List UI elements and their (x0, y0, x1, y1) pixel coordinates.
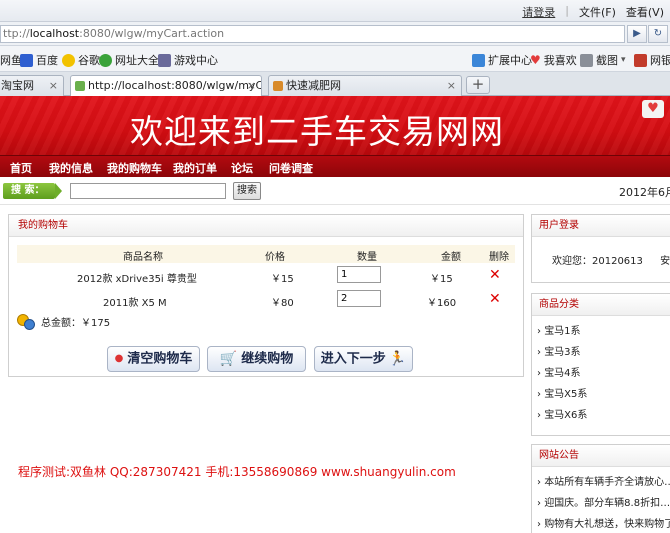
nav-forum[interactable]: 论坛 (231, 160, 253, 176)
category-item[interactable]: › 宝马X6系 (537, 405, 670, 426)
site-banner: 欢迎来到二手车交易网网 ♥ (0, 96, 670, 155)
category-item[interactable]: › 宝马3系 (537, 342, 670, 363)
item-amount: ￥15 (430, 274, 453, 285)
cart-title: 我的购物车 (9, 215, 523, 237)
search-input[interactable] (70, 183, 226, 199)
item-price: ￥80 (271, 298, 294, 309)
nav-my-cart[interactable]: 我的购物车 (107, 160, 162, 176)
cart-icon: 🛒 (219, 351, 238, 367)
cart-row: 2011款 X5 M ￥80 ￥160 ✕ (9, 290, 525, 312)
favorite-heart-icon[interactable]: ♥ (642, 100, 664, 118)
browser-menu-bar: 请登录 | 文件(F) 查看(V) (0, 0, 670, 22)
col-product-name: 商品名称 (123, 252, 163, 263)
security-link[interactable]: 安全 (660, 256, 670, 267)
welcome-text: 欢迎您：20120613 (552, 256, 643, 267)
cart-total: 总金额：￥175 (17, 313, 111, 330)
cart-panel: 我的购物车 商品名称 价格 数量 金额 删除 2012款 xDrive35i 尊… (8, 214, 524, 377)
banner-title: 欢迎来到二手车交易网网 (130, 112, 504, 151)
next-step-button[interactable]: 进入下一步 🏃 (314, 346, 413, 372)
item-amount: ￥160 (427, 298, 457, 309)
nav-home[interactable]: 首页 (10, 160, 32, 176)
category-item[interactable]: › 宝马4系 (537, 363, 670, 384)
fav-item-extensions[interactable]: 扩展中心 (472, 52, 532, 68)
login-panel-title: 用户登录 (532, 215, 670, 237)
dot-icon: ● (114, 353, 124, 364)
continue-shopping-button[interactable]: 🛒 继续购物 (207, 346, 306, 372)
heart-icon: ♥ (530, 53, 541, 67)
delete-icon[interactable]: ✕ (489, 267, 501, 283)
item-price: ￥15 (271, 274, 294, 285)
fav-item-ebank[interactable]: 网银 (634, 52, 670, 68)
fav-item-games[interactable]: 游戏中心 (158, 52, 218, 68)
runner-icon: 🏃 (388, 351, 407, 367)
close-icon[interactable]: × (49, 76, 58, 95)
tab-bar: 淘宝网× http://localhost:8080/wlgw/myCar...… (0, 72, 670, 97)
menu-view[interactable]: 查看(V) (626, 4, 664, 20)
nav-survey[interactable]: 问卷调查 (269, 160, 313, 176)
delete-icon[interactable]: ✕ (489, 291, 501, 307)
notice-item[interactable]: › 迎国庆。部分车辆8.8折扣… (537, 493, 670, 514)
notice-panel-title: 网站公告 (532, 445, 670, 467)
page-icon (273, 81, 283, 91)
coins-icon (17, 313, 35, 330)
baidu-icon (20, 53, 33, 67)
cart-table-header: 商品名称 价格 数量 金额 删除 (17, 245, 515, 263)
close-icon[interactable]: × (247, 76, 256, 95)
chevron-down-icon: ▾ (621, 55, 626, 65)
search-label: 搜 索： (3, 183, 62, 199)
col-price: 价格 (265, 252, 285, 263)
fav-item-like[interactable]: ♥ 我喜欢 (530, 52, 577, 68)
puzzle-icon (472, 53, 485, 67)
col-quantity: 数量 (357, 252, 377, 263)
fav-item-screenshot[interactable]: 截图 ▾ (580, 52, 626, 68)
quantity-input[interactable] (337, 290, 381, 307)
page-icon (75, 81, 85, 91)
site-nav: 首页 我的信息 我的购物车 我的订单 论坛 问卷调查 (0, 155, 670, 177)
bank-icon (634, 53, 647, 67)
go-arrow-icon[interactable]: ▶ (627, 25, 647, 43)
nav-my-orders[interactable]: 我的订单 (173, 160, 217, 176)
menu-file[interactable]: 文件(F) (579, 4, 616, 20)
category-item[interactable]: › 宝马1系 (537, 321, 670, 342)
col-amount: 金额 (441, 252, 461, 263)
fav-item-google[interactable]: 谷歌 (62, 52, 100, 68)
fav-item-baidu[interactable]: 百度 (20, 52, 58, 68)
new-tab-button[interactable]: + (466, 76, 490, 94)
fav-item-directory[interactable]: 网址大全 (99, 52, 159, 68)
google-icon (62, 53, 75, 67)
search-button[interactable]: 搜索 (233, 182, 261, 200)
menu-separator: | (565, 4, 569, 17)
globe-icon (99, 53, 112, 67)
tab-mycart[interactable]: http://localhost:8080/wlgw/myCar...× (70, 75, 262, 97)
notice-panel: 网站公告 › 本站所有车辆手齐全请放心… › 迎国庆。部分车辆8.8折扣… › … (531, 444, 670, 533)
notice-item[interactable]: › 购物有大礼想送，快来购物了… (537, 514, 670, 533)
footer-credits: 程序测试:双鱼林 QQ:287307421 手机:13558690869 www… (18, 465, 456, 479)
category-item[interactable]: › 宝马X5系 (537, 384, 670, 405)
tab-diet[interactable]: 快速减肥网 × (268, 75, 462, 96)
user-login-panel: 用户登录 欢迎您：20120613 安全 (531, 214, 670, 283)
tab-taobao[interactable]: 淘宝网 × (0, 75, 64, 96)
gamepad-icon (158, 53, 171, 67)
total-amount: 总金额：￥175 (41, 317, 111, 329)
login-link[interactable]: 请登录 (522, 4, 555, 20)
item-name: 2012款 xDrive35i 尊贵型 (77, 274, 197, 285)
current-date: 2012年6月 (619, 186, 670, 199)
search-bar: 搜 索： 搜索 2012年6月 (0, 177, 670, 205)
favorites-bar: 网鱼 百度 谷歌 网址大全 游戏中心 扩展中心 ♥ 我喜欢 截图 ▾ 网银 (0, 46, 670, 72)
item-name: 2011款 X5 M (103, 298, 167, 309)
quantity-input[interactable] (337, 266, 381, 283)
fav-item-wangyu[interactable]: 网鱼 (0, 52, 22, 68)
nav-my-info[interactable]: 我的信息 (49, 160, 93, 176)
scissors-icon (580, 53, 593, 67)
category-panel-title: 商品分类 (532, 294, 670, 316)
notice-item[interactable]: › 本站所有车辆手齐全请放心… (537, 472, 670, 493)
category-panel: 商品分类 › 宝马1系 › 宝马3系 › 宝马4系 › 宝马X5系 › 宝马X6… (531, 293, 670, 436)
address-bar[interactable]: ttp://localhost:8080/wlgw/myCart.action (0, 25, 625, 43)
refresh-icon[interactable]: ↻ (648, 25, 668, 43)
close-icon[interactable]: × (447, 76, 456, 95)
cart-row: 2012款 xDrive35i 尊贵型 ￥15 ￥15 ✕ (9, 266, 525, 288)
col-delete: 删除 (489, 252, 509, 263)
clear-cart-button[interactable]: ● 清空购物车 (107, 346, 200, 372)
address-row: ttp://localhost:8080/wlgw/myCart.action … (0, 22, 670, 46)
